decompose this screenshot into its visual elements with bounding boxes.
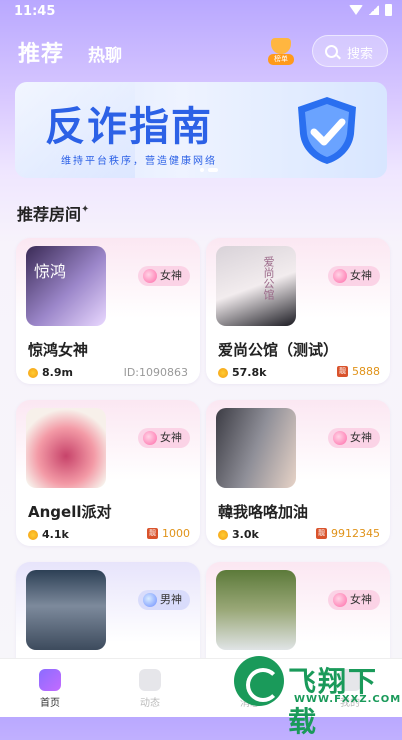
nav-label: 首页 [40,698,60,709]
room-card[interactable]: 惊鸿 女神 惊鸿女神 8.9m ID:1090863 [16,238,200,384]
banner-title: 反诈指南 [45,104,213,150]
lucky-id-icon: 靓 [316,528,327,539]
search-placeholder: 搜索 [347,47,374,62]
lucky-id-icon: 靓 [337,366,348,377]
badge-icon [333,431,347,445]
cover-text: 惊鸿 [34,262,67,281]
lucky-id-value: 9912345 [331,527,380,540]
room-heat: 57.8k [218,366,266,379]
room-badge: 女神 [328,428,380,448]
banner-pagination [200,168,218,172]
room-id: ID:1090863 [123,366,188,379]
status-icons [349,4,392,16]
lucky-id-icon: 靓 [147,528,158,539]
status-time: 11:45 [14,4,56,19]
heat-value: 8.9m [42,366,73,379]
heat-icon [218,367,228,378]
room-badge: 女神 [138,266,190,286]
badge-label: 女神 [350,431,372,444]
tab-recommend[interactable]: 推荐 [18,36,64,68]
top-header: 推荐 热聊 榜单 搜索 [0,30,402,74]
room-heat: 8.9m [28,366,73,379]
room-cover [216,570,296,650]
badge-icon [143,431,157,445]
room-cover: 爱尚公馆 [216,246,296,326]
signal-icon [369,5,379,15]
watermark: 飞翔下载 WWW.FXXZ.COM [234,652,400,738]
pagination-dot-active [208,168,218,172]
status-bar: 11:45 [0,0,402,24]
cover-text: 爱尚公馆 [262,256,275,300]
room-badge: 女神 [328,590,380,610]
room-name: 爱尚公馆（测试） [218,341,339,359]
lucky-id-value: 5888 [352,365,380,378]
heat-icon [218,529,228,540]
room-card[interactable]: 女神 韓我咯咯加油 3.0k 靓 9912345 [206,400,390,546]
battery-icon [385,4,392,16]
badge-icon [333,593,347,607]
moments-icon [139,669,161,691]
tab-hot-chat[interactable]: 热聊 [88,41,122,66]
room-lucky-id: 靓 5888 [337,365,380,378]
room-heat: 4.1k [28,528,69,541]
shield-check-icon [298,97,356,164]
room-cover [26,570,106,650]
room-cover [26,408,106,488]
room-badge: 女神 [138,428,190,448]
room-cover: 惊鸿 [26,246,106,326]
room-card[interactable]: 女神 Angell派对 4.1k 靓 1000 [16,400,200,546]
wifi-icon [349,5,363,15]
heat-value: 4.1k [42,528,69,541]
badge-label: 女神 [350,593,372,606]
rank-button[interactable]: 榜单 [266,36,296,66]
banner-subtitle: 维持平台秩序，营造健康网络 [61,156,217,167]
room-name: Angell派对 [28,503,112,521]
nav-home[interactable]: 首页 [20,669,80,709]
badge-icon [143,269,157,283]
badge-label: 女神 [350,269,372,282]
nav-moments[interactable]: 动态 [120,669,180,709]
lucky-id-value: 1000 [162,527,190,540]
badge-label: 男神 [160,593,182,606]
watermark-logo-icon [234,656,284,706]
room-badge: 女神 [328,266,380,286]
search-input[interactable]: 搜索 [312,35,388,67]
sparkle-icon: ✦ [81,204,90,215]
room-name: 韓我咯咯加油 [218,503,309,521]
badge-label: 女神 [160,269,182,282]
room-badge: 男神 [138,590,190,610]
watermark-url: WWW.FXXZ.COM [294,694,402,705]
room-lucky-id: 靓 1000 [147,527,190,540]
badge-icon [333,269,347,283]
heat-icon [28,367,38,378]
rank-label: 榜单 [268,54,294,65]
section-title-text: 推荐房间 [17,205,82,224]
trophy-icon [271,38,291,54]
heat-icon [28,529,38,540]
badge-label: 女神 [160,431,182,444]
room-lucky-id: 靓 9912345 [316,527,380,540]
nav-label: 动态 [140,698,160,709]
pagination-dot [200,168,204,172]
anti-fraud-banner[interactable]: 反诈指南 维持平台秩序，营造健康网络 [15,82,387,178]
heat-value: 3.0k [232,528,259,541]
heat-value: 57.8k [232,366,267,379]
room-cover [216,408,296,488]
section-title: 推荐房间✦ [17,201,89,225]
room-card[interactable]: 爱尚公馆 女神 爱尚公馆（测试） 57.8k 靓 5888 [206,238,390,384]
home-icon [39,669,61,691]
room-heat: 3.0k [218,528,259,541]
badge-icon [143,593,157,607]
room-name: 惊鸿女神 [28,341,89,359]
search-icon [325,45,338,58]
